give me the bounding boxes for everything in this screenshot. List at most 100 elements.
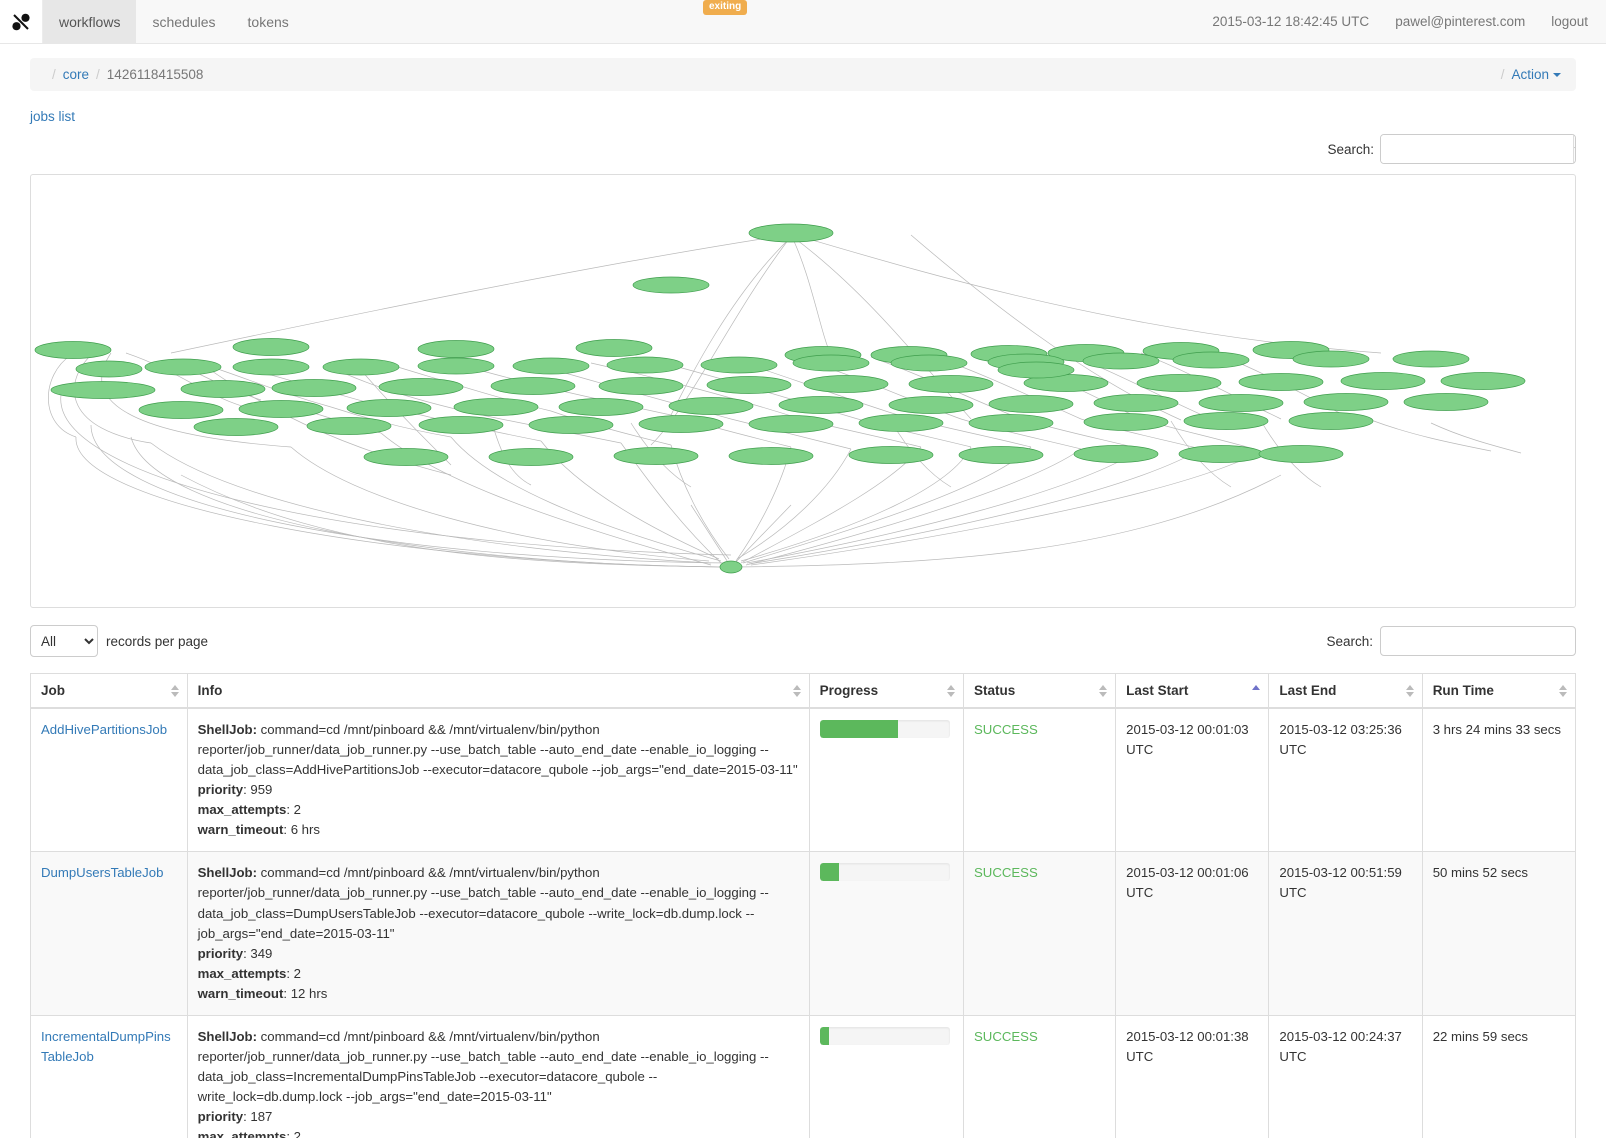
workflow-dag-svg	[34, 223, 1526, 574]
cell-progress	[808, 707, 965, 853]
column-header-last-start[interactable]: Last Start	[1115, 673, 1270, 709]
server-timestamp: 2015-03-12 18:42:45 UTC	[1212, 14, 1370, 29]
nav-link-schedules[interactable]: schedules	[136, 0, 231, 43]
info-priority-label: priority	[197, 945, 244, 961]
breadcrumb-separator-1: /	[52, 67, 56, 82]
graph-search-row: Search:	[0, 124, 1606, 164]
info-warn-timeout-line: warn_timeout: 12 hrs	[197, 985, 328, 1001]
column-header-last-start-label: Last Start	[1126, 683, 1189, 698]
progress-bar-fill	[819, 720, 898, 738]
nav-link-workflows[interactable]: workflows	[43, 0, 137, 43]
breadcrumb-link-core[interactable]: core	[63, 67, 89, 82]
exiting-status-badge: exiting	[703, 0, 748, 15]
table-row[interactable]: AddHivePartitionsJob ShellJob: command=c…	[30, 707, 1577, 853]
table-search-group: Search:	[1326, 626, 1576, 656]
job-name-link[interactable]: AddHivePartitionsJob	[41, 722, 167, 737]
info-job-type: ShellJob:	[197, 865, 257, 881]
info-priority-line: priority: 349	[197, 945, 273, 961]
user-email-link[interactable]: pawel@pinterest.com	[1395, 14, 1525, 29]
graph-search-select[interactable]	[1380, 134, 1576, 164]
graph-search-dropdown-arrow[interactable]	[1573, 135, 1575, 163]
job-name-link[interactable]: IncrementalDumpPinsTableJob	[41, 1029, 171, 1064]
progress-bar-track	[819, 720, 950, 738]
column-header-job-label: Job	[41, 683, 66, 698]
status-badge: SUCCESS	[974, 865, 1038, 881]
column-header-job[interactable]: Job	[30, 673, 188, 709]
info-command-line: ShellJob: command=cd /mnt/pinboard && /m…	[198, 1027, 799, 1107]
cell-run-time: 3 hrs 24 mins 33 secs	[1421, 707, 1577, 853]
table-search-input[interactable]	[1380, 626, 1576, 656]
cell-status: SUCCESS	[963, 707, 1117, 853]
info-warn-timeout-value: 12 hrs	[290, 985, 328, 1001]
sort-icon-run-time[interactable]	[1559, 684, 1567, 698]
column-header-progress[interactable]: Progress	[808, 673, 965, 709]
status-badge: SUCCESS	[974, 1028, 1038, 1044]
nav-links: workflows schedules tokens	[43, 0, 305, 43]
workflow-dag-graph-panel[interactable]	[30, 174, 1576, 608]
cell-job: DumpUsersTableJob	[30, 851, 188, 1016]
table-row[interactable]: IncrementalDumpPinsTableJob ShellJob: co…	[30, 1014, 1577, 1138]
jobs-list-link[interactable]: jobs list	[30, 109, 1606, 124]
info-command-line: ShellJob: command=cd /mnt/pinboard && /m…	[198, 720, 799, 780]
dag-nodes	[34, 223, 1526, 574]
info-max-attempts-label: max_attempts	[197, 802, 287, 818]
info-job-type: ShellJob:	[197, 722, 257, 737]
cell-last-start: 2015-03-12 00:01:03 UTC	[1115, 707, 1270, 853]
info-max-attempts-value: 2	[293, 1129, 301, 1138]
sort-icon-status[interactable]	[1099, 684, 1108, 698]
column-header-status[interactable]: Status	[963, 673, 1117, 709]
navbar-right: 2015-03-12 18:42:45 UTC pawel@pinterest.…	[1212, 0, 1606, 43]
logout-link[interactable]: logout	[1551, 14, 1588, 29]
column-header-run-time[interactable]: Run Time	[1421, 673, 1577, 709]
brand-logo[interactable]	[0, 0, 43, 43]
info-warn-timeout-value: 6 hrs	[290, 822, 321, 838]
column-header-run-time-label: Run Time	[1432, 683, 1494, 698]
info-command-text: command=cd /mnt/pinboard && /mnt/virtual…	[197, 865, 769, 941]
progress-bar-track	[819, 1026, 950, 1045]
column-header-info[interactable]: Info	[186, 673, 810, 709]
cell-status: SUCCESS	[963, 1014, 1117, 1138]
cell-run-time: 50 mins 52 secs	[1421, 851, 1577, 1016]
breadcrumb-separator-3: /	[1500, 67, 1505, 82]
pinterest-pinball-logo-icon	[10, 11, 32, 33]
sort-icon-last-start-ascending[interactable]	[1252, 684, 1261, 698]
info-priority-line: priority: 187	[197, 1109, 273, 1125]
info-command-line: ShellJob: command=cd /mnt/pinboard && /m…	[198, 863, 799, 943]
records-per-page-label: records per page	[106, 633, 209, 649]
jobs-table-body: AddHivePartitionsJob ShellJob: command=c…	[30, 707, 1577, 1138]
table-row[interactable]: DumpUsersTableJob ShellJob: command=cd /…	[30, 851, 1577, 1016]
info-warn-timeout-line: warn_timeout: 6 hrs	[197, 822, 321, 838]
action-dropdown-label: Action	[1511, 67, 1549, 82]
column-header-progress-label: Progress	[819, 683, 879, 698]
breadcrumb-separator-2: /	[96, 67, 100, 82]
breadcrumb-right: / Action	[1494, 67, 1561, 82]
cell-last-end: 2015-03-12 00:51:59 UTC	[1268, 851, 1423, 1016]
info-priority-label: priority	[197, 1109, 244, 1125]
sort-icon-last-end[interactable]	[1405, 684, 1414, 698]
progress-bar-track	[819, 863, 950, 882]
action-dropdown-button[interactable]: Action	[1511, 67, 1561, 82]
records-per-page-select[interactable]: All 10 25 50 100	[30, 625, 98, 657]
top-navbar: workflows schedules tokens exiting 2015-…	[0, 0, 1606, 44]
dag-sink-node	[719, 560, 743, 574]
sort-icon-progress[interactable]	[947, 684, 956, 698]
cell-info: ShellJob: command=cd /mnt/pinboard && /m…	[186, 1014, 810, 1138]
cell-job: IncrementalDumpPinsTableJob	[30, 1014, 188, 1138]
info-warn-timeout-label: warn_timeout	[197, 822, 284, 838]
info-max-attempts-line: max_attempts: 2	[197, 802, 301, 818]
cell-progress	[808, 1014, 965, 1138]
info-priority-value: 959	[250, 782, 273, 798]
sort-icon-job[interactable]	[170, 684, 179, 698]
chevron-down-icon	[1574, 146, 1575, 152]
table-search-label: Search:	[1326, 633, 1373, 649]
job-name-link[interactable]: DumpUsersTableJob	[41, 865, 163, 880]
cell-info: ShellJob: command=cd /mnt/pinboard && /m…	[186, 707, 810, 853]
cell-status: SUCCESS	[963, 851, 1117, 1016]
nav-link-tokens[interactable]: tokens	[232, 0, 305, 43]
info-command-text: command=cd /mnt/pinboard && /mnt/virtual…	[197, 722, 798, 778]
breadcrumb-current-workflow-id: 1426118415508	[106, 67, 204, 82]
sort-icon-info[interactable]	[792, 684, 801, 698]
graph-search-input[interactable]	[1381, 135, 1573, 163]
column-header-last-end[interactable]: Last End	[1268, 673, 1423, 709]
cell-last-end: 2015-03-12 00:24:37 UTC	[1268, 1014, 1423, 1138]
